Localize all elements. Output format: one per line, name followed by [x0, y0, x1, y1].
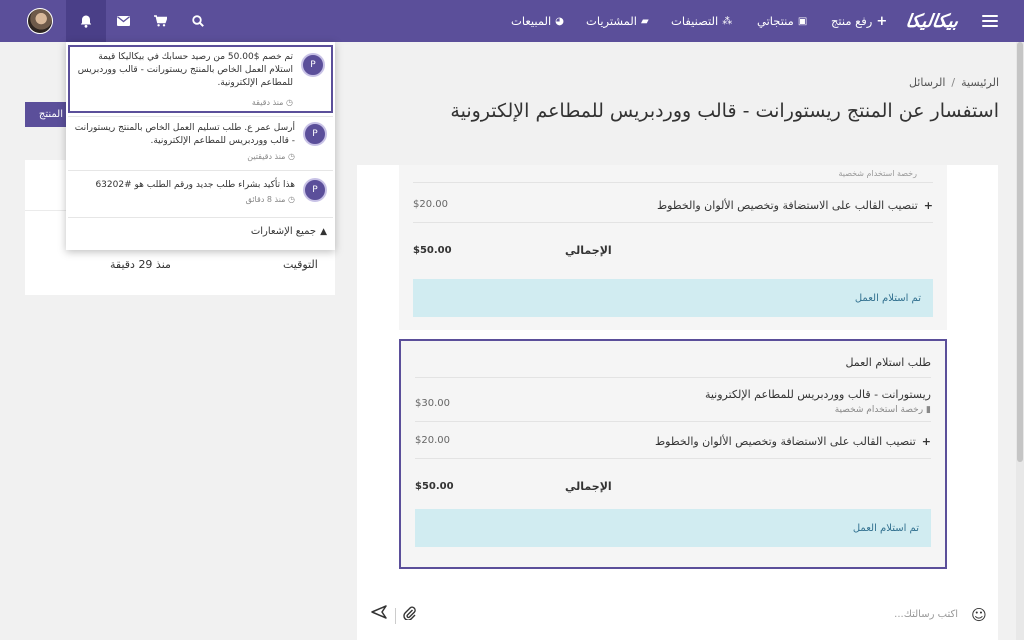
addon-row: +تنصيب القالب على الاستضافة وتخصيص الألو…: [413, 199, 933, 212]
notification-text: أرسل عمر ع. طلب تسليم العمل الخاص بالمنت…: [74, 123, 295, 146]
product-row: ريستورانت - قالب ووردبريس للمطاعم الإلكت…: [415, 388, 931, 415]
status-banner: تم استلام العمل: [415, 509, 931, 547]
breadcrumb-home[interactable]: الرئيسية: [961, 76, 999, 89]
top-navbar: ◕ المبيعات ▰ المشتريات ⁂ التصنيفات ▣ منت…: [0, 0, 1024, 42]
page-title: استفسار عن المنتج ريستورانت - قالب ووردب…: [450, 100, 999, 122]
clock-icon: ◷: [283, 98, 293, 107]
product-license: ▮رخصة استخدام شخصية: [834, 405, 931, 415]
notification-time: ◷ منذ دقيقة: [251, 98, 293, 107]
pie-chart-icon: ◕: [555, 15, 564, 27]
nav-sales[interactable]: ◕ المبيعات: [511, 0, 564, 42]
notification-avatar: P: [303, 122, 327, 146]
addon-description: +تنصيب القالب على الاستضافة وتخصيص الألو…: [654, 435, 931, 448]
nav-upload-label: رفع منتج: [831, 14, 873, 28]
clock-icon: ◷: [285, 152, 295, 161]
clock-icon: ◷: [285, 195, 295, 204]
notification-time: ◷ منذ دقيقتين: [247, 152, 295, 161]
scrollbar-thumb[interactable]: [1017, 42, 1023, 462]
nav-purchases-label: المشتريات: [586, 14, 637, 28]
cubes-icon: ⁂: [722, 15, 733, 27]
addon-description: +تنصيب القالب على الاستضافة وتخصيص الألو…: [656, 199, 933, 212]
request-heading: طلب استلام العمل: [845, 356, 931, 369]
nav-categories-label: التصنيفات: [671, 14, 719, 28]
nav-purchases[interactable]: ▰ المشتريات: [586, 0, 649, 42]
addon-price: $20.00: [415, 435, 450, 446]
order-request-box: طلب استلام العمل ريستورانت - قالب ووردبر…: [399, 339, 947, 569]
total-value: $50.00: [415, 481, 454, 492]
divider: [413, 182, 933, 183]
divider: [415, 377, 931, 378]
total-value: $50.00: [413, 245, 452, 256]
briefcase-icon: ▣: [797, 15, 808, 27]
nav-categories[interactable]: ⁂ التصنيفات: [671, 0, 732, 42]
all-notifications-link[interactable]: ▲جميع الإشعارات: [251, 226, 327, 237]
plus-icon: +: [923, 199, 933, 212]
bell-icon[interactable]: [66, 0, 106, 42]
notification-text: تم خصم $50.00 من رصيد حسابك في بيكاليكا …: [77, 52, 293, 88]
addon-price: $20.00: [413, 199, 448, 210]
nav-my-products[interactable]: ▣ منتجاتي: [757, 0, 807, 42]
menu-icon[interactable]: [982, 15, 998, 27]
total-label: الإجمالي: [565, 244, 612, 257]
search-icon[interactable]: [178, 0, 218, 42]
send-icon[interactable]: [371, 605, 387, 623]
notification-item[interactable]: P هذا تأكيد بشراء طلب جديد ورقم الطلب هو…: [68, 173, 333, 213]
notification-item[interactable]: P تم خصم $50.00 من رصيد حسابك في بيكاليك…: [68, 45, 333, 113]
paperclip-icon[interactable]: [403, 606, 416, 624]
divider: [68, 170, 333, 171]
notification-time: ◷ منذ 8 دقائق: [245, 195, 295, 204]
nav-sales-label: المبيعات: [511, 14, 552, 28]
message-input[interactable]: اكتب رسالتك...: [894, 609, 958, 620]
plus-icon: +: [921, 435, 931, 448]
divider: [413, 222, 933, 223]
license-text: رخصة استخدام شخصية: [838, 169, 917, 178]
nav-upload-product[interactable]: + رفع منتج: [831, 0, 887, 42]
plus-icon: +: [876, 13, 888, 29]
mail-icon[interactable]: [103, 0, 143, 42]
notification-text: هذا تأكيد بشراء طلب جديد ورقم الطلب هو #…: [95, 180, 295, 190]
page-scrollbar[interactable]: [1016, 42, 1024, 640]
conversation-panel: رخصة استخدام شخصية +تنصيب القالب على الا…: [357, 165, 998, 640]
breadcrumb: الرئيسية/الرسائل: [908, 76, 999, 89]
notification-avatar: P: [301, 53, 325, 77]
nav-my-products-label: منتجاتي: [757, 14, 794, 28]
divider: [415, 421, 931, 422]
divider: [68, 116, 333, 117]
message-composer: ☺ اكتب رسالتك...: [357, 598, 998, 640]
total-label: الإجمالي: [565, 480, 612, 493]
notification-avatar: P: [303, 178, 327, 202]
product-description: ريستورانت - قالب ووردبريس للمطاعم الإلكت…: [705, 388, 931, 415]
status-banner: تم استلام العمل: [413, 279, 933, 317]
breadcrumb-messages[interactable]: الرسائل: [909, 76, 945, 89]
file-icon: ▮: [926, 405, 931, 415]
cart-icon[interactable]: [140, 0, 180, 42]
divider: [68, 217, 333, 218]
brand-logo[interactable]: بيكاليكا: [898, 7, 966, 35]
addon-row: +تنصيب القالب على الاستضافة وتخصيص الألو…: [415, 435, 931, 448]
divider: [415, 458, 931, 459]
product-button[interactable]: المنتج: [25, 102, 69, 127]
separator: [395, 608, 396, 624]
order-summary-partial: رخصة استخدام شخصية +تنصيب القالب على الا…: [399, 165, 947, 330]
product-price: $30.00: [415, 398, 450, 409]
all-notifications-label: جميع الإشعارات: [250, 226, 317, 237]
product-button-label: المنتج: [38, 109, 63, 120]
folder-icon: ▰: [640, 15, 649, 27]
notification-item[interactable]: P أرسل عمر ع. طلب تسليم العمل الخاص بالم…: [68, 118, 333, 168]
notifications-dropdown: P تم خصم $50.00 من رصيد حسابك في بيكاليك…: [66, 42, 335, 250]
time-label: التوقيت: [283, 258, 318, 271]
emoji-icon[interactable]: ☺: [970, 606, 988, 624]
bell-icon: ▲: [320, 227, 327, 237]
time-value: منذ 29 دقيقة: [110, 258, 171, 271]
product-name[interactable]: ريستورانت - قالب ووردبريس للمطاعم الإلكت…: [705, 388, 931, 401]
user-avatar[interactable]: [27, 8, 53, 34]
